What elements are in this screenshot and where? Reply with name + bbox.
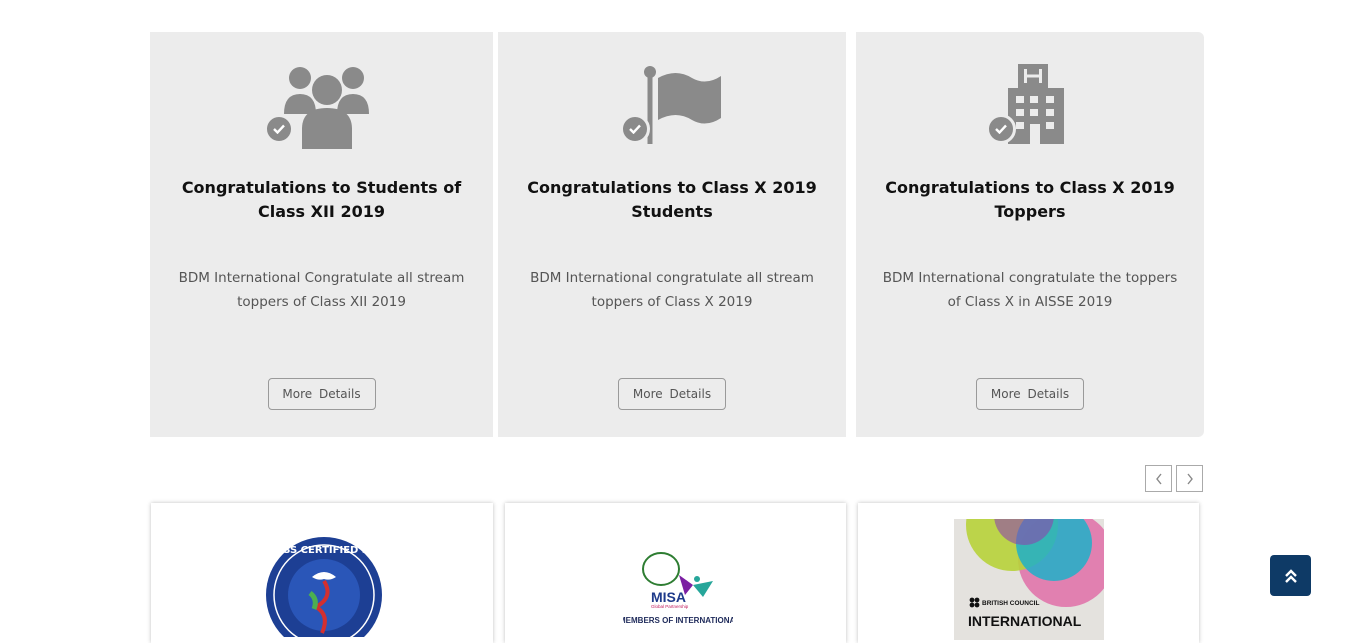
group-users-icon [263, 64, 372, 154]
misa-logo: MISA Global Partnership MEMBERS OF INTER… [623, 552, 733, 625]
kindness-certified-school-logo: KINDNESS CERTIFIED SCHOOL [264, 537, 384, 637]
chevron-left-icon [1155, 473, 1162, 484]
carousel-next-button[interactable] [1176, 465, 1203, 492]
back-to-top-button[interactable] [1270, 555, 1311, 596]
british-council-logo-caption: INTERNATIONAL [968, 613, 1082, 629]
card-description: BDM International congratulate the toppe… [882, 270, 1178, 310]
hospital-building-icon [980, 64, 1080, 154]
checkmark-icon [263, 114, 294, 144]
card-title: Congratulations to Class X 2019 Toppers [885, 178, 1175, 221]
more-details-button[interactable]: More Details [618, 378, 726, 410]
misa-logo-text: MISA [651, 589, 686, 605]
news-card-class-xii: Congratulations to Students of Class XII… [150, 32, 493, 437]
carousel-prev-button[interactable] [1145, 465, 1172, 492]
card-title: Congratulations to Class X 2019 Students [527, 178, 817, 221]
double-chevron-up-icon [1284, 568, 1297, 583]
more-details-button[interactable]: More Details [267, 378, 376, 410]
card-description: BDM International Congratulate all strea… [178, 270, 465, 310]
news-card-class-x-toppers: Congratulations to Class X 2019 Toppers … [856, 32, 1204, 437]
misa-logo-subtext: Global Partnership [651, 604, 689, 609]
checkmark-icon [986, 114, 1016, 144]
checkmark-icon [620, 114, 650, 144]
card-title: Congratulations to Students of Class XII… [181, 178, 462, 221]
british-council-logo: BRITISH COUNCIL INTERNATIONAL [954, 519, 1104, 640]
british-council-logo-text: BRITISH COUNCIL [982, 600, 1039, 607]
more-details-button[interactable]: More Details [976, 378, 1084, 410]
logo-card-misa[interactable]: MISA Global Partnership MEMBERS OF INTER… [505, 503, 846, 643]
news-card-class-x-students: Congratulations to Class X 2019 Students… [498, 32, 846, 437]
logo-card-british-council[interactable]: BRITISH COUNCIL INTERNATIONAL [858, 503, 1199, 643]
flag-icon [620, 64, 722, 154]
logo-card-kindness[interactable]: KINDNESS CERTIFIED SCHOOL [151, 503, 493, 643]
card-description: BDM International congratulate all strea… [530, 270, 814, 310]
kindness-logo-text: KINDNESS CERTIFIED SCHOOL [264, 545, 384, 556]
chevron-right-icon [1186, 473, 1193, 484]
